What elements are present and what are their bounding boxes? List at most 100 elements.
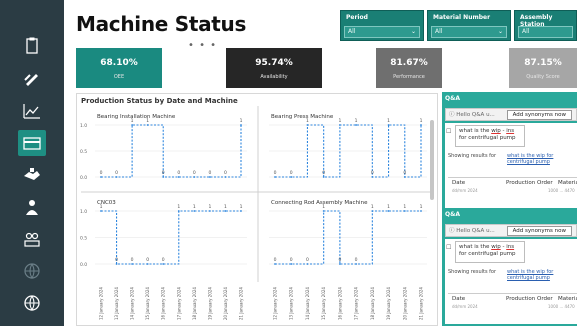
qna-ask-bar[interactable]: ⓘ Hello Q&A u... Add synonyms now [445, 108, 577, 121]
chat-bubble-icon: ☐ [446, 244, 452, 251]
nav-item-clipboard[interactable] [18, 33, 46, 59]
data-point [338, 124, 341, 126]
data-point [306, 263, 309, 265]
data-label: 1 [355, 118, 358, 124]
data-label: 1 [371, 204, 374, 210]
line-chart-icon [23, 104, 40, 119]
data-point [274, 176, 276, 178]
qna-ask-input[interactable]: ⓘ Hello Q&A u... [449, 226, 495, 234]
x-tick-label: 12 January 2024 [99, 287, 104, 320]
data-point [193, 176, 196, 178]
data-label: 0 [208, 170, 211, 176]
slicer-period[interactable]: Period All ⌄ [340, 10, 424, 41]
data-point [240, 124, 242, 126]
chart-scrollbar[interactable] [430, 120, 434, 200]
data-label: 0 [115, 170, 118, 176]
table-cell: dd/mm 2024 [452, 188, 478, 193]
worker-icon [26, 200, 38, 215]
more-options-icon[interactable]: • • • [188, 40, 217, 51]
nav-item-team[interactable] [18, 226, 46, 252]
nav-item-handshake[interactable] [18, 162, 46, 188]
data-label: 0 [403, 170, 406, 176]
nav-item-card[interactable] [18, 130, 46, 156]
add-synonyms-button[interactable]: Add synonyms now [506, 226, 572, 236]
settings-globe-icon [24, 295, 40, 312]
slicer-material-number[interactable]: Material Number All ⌄ [427, 10, 511, 41]
data-label: 1 [387, 204, 390, 210]
data-point [322, 176, 325, 178]
production-status-chart[interactable]: Bearing Installation Machine 1.0 0.5 0.0 0 0 1… [76, 93, 438, 326]
data-label: 1 [131, 118, 134, 124]
data-label: 0 [290, 257, 293, 263]
hand-wrench-icon [24, 74, 38, 86]
result-query-link[interactable]: what is the wip for centrifugal pump [507, 269, 577, 281]
nav-item-settings-globe[interactable] [18, 290, 46, 316]
y-tick-label: 0.0 [80, 175, 87, 181]
data-label: 1 [100, 204, 103, 210]
data-label: 0 [322, 170, 325, 176]
x-tick-label: 16 January 2024 [337, 287, 342, 320]
data-label: 1 [208, 204, 211, 210]
qna-results: ☐ what is the wip - ins for centrifugal p… [445, 123, 577, 208]
data-label: 0 [146, 257, 149, 263]
data-label: 0 [274, 257, 277, 263]
x-tick-label: 13 January 2024 [289, 287, 294, 320]
slicer-period-dropdown[interactable]: All ⌄ [344, 26, 420, 38]
data-point [355, 263, 358, 265]
globe-icon [24, 263, 40, 280]
nav-item-line-chart[interactable] [18, 98, 46, 124]
qna-question-box[interactable]: what is the wip - ins for centrifugal pu… [455, 125, 525, 147]
nav-item-worker[interactable] [18, 194, 46, 220]
data-point [274, 263, 276, 265]
kpi-card-quality: 87.15% Quality Score [509, 48, 577, 88]
x-tick-label: 16 January 2024 [161, 287, 166, 320]
kpi-value: 95.74% [255, 58, 293, 68]
y-tick-label: 1.0 [80, 123, 87, 129]
data-point [177, 176, 180, 178]
nav-item-hand-wrench[interactable] [18, 66, 46, 92]
handshake-icon [24, 168, 40, 180]
data-point [338, 263, 341, 265]
data-label: 0 [290, 170, 293, 176]
slicer-assembly-station[interactable]: Assembly Station All [514, 10, 577, 41]
data-label: 0 [274, 170, 277, 176]
slicer-assembly-dropdown[interactable]: All [518, 26, 573, 38]
data-point [290, 263, 293, 265]
data-label: 0 [338, 257, 341, 263]
qna-panel: Q&A ⓘ Hello Q&A u... Add synonyms now ☐ what… [442, 92, 577, 326]
data-label: 1 [146, 118, 149, 124]
table-cell: 1000 ... 4470 [548, 188, 575, 193]
qna-ask-input[interactable]: ⓘ Hello Q&A u... [449, 110, 495, 118]
kpi-value: 81.67% [390, 58, 428, 68]
data-label: 1 [306, 118, 309, 124]
x-tick-label: 20 January 2024 [223, 287, 228, 320]
x-tick-label: 19 January 2024 [207, 287, 212, 320]
slicer-material-dropdown[interactable]: All ⌄ [431, 26, 507, 38]
qna-ask-bar[interactable]: ⓘ Hello Q&A u... Add synonyms now [445, 224, 577, 237]
chevron-down-icon: ⌄ [410, 28, 416, 35]
x-tick-label: 21 January 2024 [239, 287, 244, 320]
y-tick-label: 0.0 [80, 262, 87, 268]
data-label: 1 [420, 204, 423, 210]
data-label: 0 [193, 170, 196, 176]
kpi-value: 87.15% [524, 58, 562, 68]
slicer-material-label: Material Number [433, 14, 491, 21]
card-icon [23, 137, 41, 150]
x-tick-label: 15 January 2024 [145, 287, 150, 320]
data-label: 1 [193, 204, 196, 210]
table-header: Production Order [506, 180, 553, 186]
data-point [146, 263, 149, 265]
data-point [403, 210, 406, 212]
showing-results-label: Showing results for [448, 269, 497, 275]
nav-item-globe[interactable] [18, 258, 46, 284]
qna-question-box[interactable]: what is the wip - ins for centrifugal pu… [455, 241, 525, 263]
data-label: 1 [420, 118, 423, 124]
kpi-label: Performance [393, 74, 425, 80]
add-synonyms-button[interactable]: Add synonyms now [506, 110, 572, 120]
data-point [371, 210, 374, 212]
x-tick-label: 20 January 2024 [402, 287, 407, 320]
result-query-link[interactable]: what is the wip for centrifugal pump [507, 153, 577, 165]
data-point [420, 210, 422, 212]
kpi-card-availability: 95.74% Availability [226, 48, 322, 88]
data-label: 0 [177, 170, 180, 176]
